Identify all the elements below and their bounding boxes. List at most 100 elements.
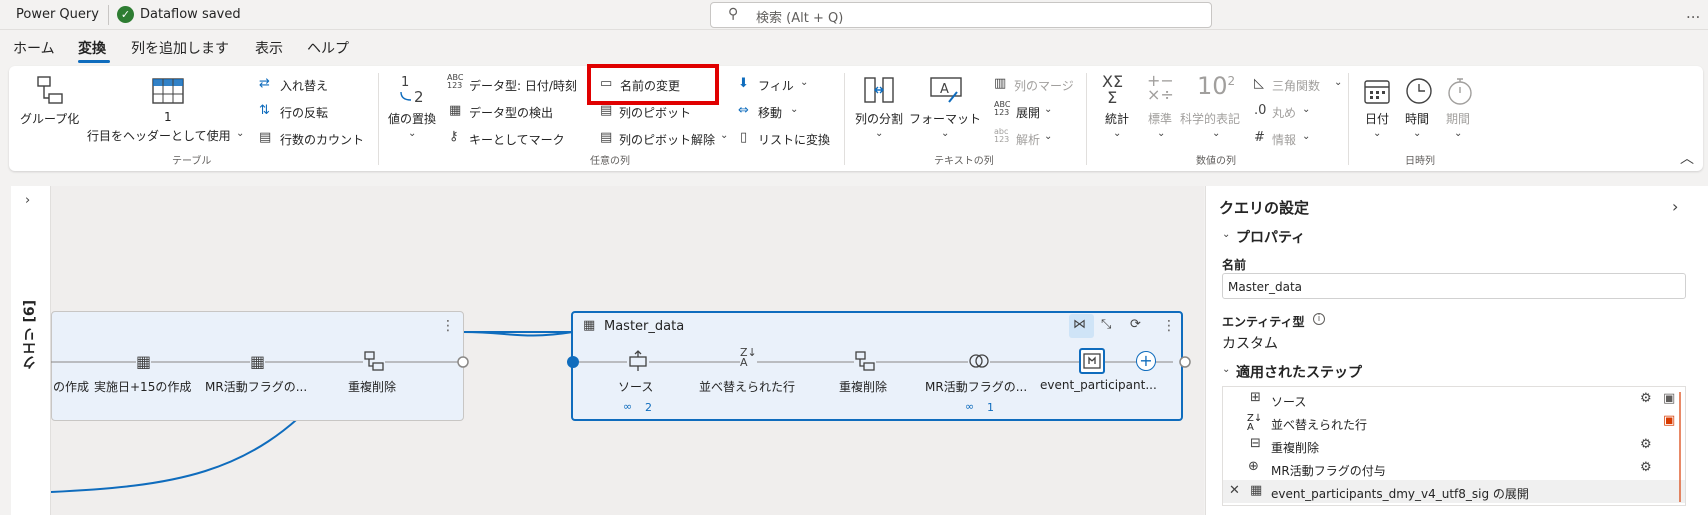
extract-button[interactable]: 展開 xyxy=(1016,104,1040,121)
replace-values-button[interactable]: 値の置換 xyxy=(388,110,436,127)
warning-icon[interactable]: ▣ xyxy=(1663,413,1675,428)
chevron-down-icon[interactable]: ⌄ xyxy=(1157,128,1165,139)
add-step-icon[interactable]: + xyxy=(1136,351,1156,371)
chevron-down-icon[interactable]: ⌄ xyxy=(1413,128,1421,139)
standard-button[interactable]: 標準 xyxy=(1148,110,1172,127)
expand-step-icon[interactable] xyxy=(1079,348,1105,374)
format-button[interactable]: フォーマット xyxy=(909,110,981,127)
info-icon[interactable]: i xyxy=(1313,313,1325,325)
tab-transform[interactable]: 変換 xyxy=(78,38,106,58)
chevron-down-icon[interactable]: ⌄ xyxy=(1454,128,1462,139)
chevron-down-icon[interactable]: ⌄ xyxy=(790,104,798,115)
chevron-down-icon[interactable]: ⌄ xyxy=(941,128,949,139)
group-by-button[interactable]: グループ化 xyxy=(20,110,79,127)
remove-duplicates-icon[interactable] xyxy=(854,350,876,372)
node-more-icon[interactable]: ⋮ xyxy=(1162,318,1176,334)
chevron-down-icon[interactable]: ⌄ xyxy=(875,128,883,139)
chevron-down-icon[interactable]: ⌄ xyxy=(408,128,416,139)
chevron-down-icon[interactable]: ⌄ xyxy=(1044,104,1052,115)
chevron-down-icon[interactable]: ⌄ xyxy=(1373,128,1381,139)
step-info-icon[interactable]: ▣ xyxy=(1663,391,1675,406)
data-type-button[interactable]: データ型: 日付/時刻 xyxy=(469,77,577,94)
use-first-row-as-header-button[interactable]: 行目をヘッダーとして使用 xyxy=(87,127,231,144)
statistics-button[interactable]: 統計 xyxy=(1105,110,1129,127)
table-icon: ▦ xyxy=(583,318,596,333)
step-label: ソース xyxy=(618,380,654,394)
trigonometry-button[interactable]: 三角関数 xyxy=(1272,77,1320,94)
name-label: 名前 xyxy=(1222,258,1247,272)
custom-column-icon[interactable]: ▦ xyxy=(136,352,152,371)
chevron-down-icon[interactable]: ⌄ xyxy=(1302,131,1310,142)
chevron-down-icon[interactable]: ⌄ xyxy=(1302,104,1310,115)
gear-icon[interactable]: ⚙ xyxy=(1640,437,1652,452)
rounding-button[interactable]: 丸め xyxy=(1272,104,1296,121)
scientific-button[interactable]: 科学的表記 xyxy=(1180,110,1240,127)
list-icon: ▯ xyxy=(740,130,748,145)
settings-title: クエリの設定 xyxy=(1219,199,1310,217)
parse-button[interactable]: 解析 xyxy=(1016,131,1040,148)
collapse-icon[interactable]: ⤡ xyxy=(1101,317,1111,332)
chevron-down-icon[interactable]: ⌄ xyxy=(236,128,244,139)
custom-column-icon[interactable]: ▦ xyxy=(250,352,266,371)
ribbon-separator xyxy=(378,73,379,165)
transpose-button[interactable]: 入れ替え xyxy=(280,77,328,94)
entity-type-value: カスタム xyxy=(1222,336,1278,352)
mark-as-key-button[interactable]: キーとしてマーク xyxy=(469,131,565,148)
expand-icon: ▦ xyxy=(1250,483,1263,498)
merge-columns-button[interactable]: 列のマージ xyxy=(1014,77,1074,94)
date-button[interactable]: 日付 xyxy=(1365,110,1389,127)
remove-duplicates-icon[interactable] xyxy=(363,350,385,372)
step-label: の作成 xyxy=(53,380,90,394)
scientific-icon: 102 xyxy=(1197,72,1236,100)
expand-queries-icon[interactable]: › xyxy=(25,193,30,208)
tab-add-column[interactable]: 列を追加します xyxy=(131,38,229,58)
gear-icon[interactable]: ⚙ xyxy=(1640,391,1652,406)
source-icon[interactable] xyxy=(627,350,649,372)
app-title: Power Query xyxy=(16,7,99,22)
chevron-down-icon[interactable]: ⌄ xyxy=(1222,229,1230,240)
stopwatch-icon xyxy=(1445,76,1475,106)
gear-icon[interactable]: ⚙ xyxy=(1640,460,1652,475)
tab-help[interactable]: ヘルプ xyxy=(307,38,349,58)
move-button[interactable]: 移動 xyxy=(758,104,782,121)
tab-home[interactable]: ホーム xyxy=(13,38,55,58)
count-rows-button[interactable]: 行数のカウント xyxy=(280,131,364,148)
search-placeholder: 検索 (Alt + Q) xyxy=(756,11,844,26)
convert-to-list-button[interactable]: リストに変換 xyxy=(758,131,830,148)
refresh-icon[interactable]: ⟳ xyxy=(1130,317,1141,332)
collapse-ribbon-icon[interactable]: ︿ xyxy=(1680,148,1694,168)
clock-icon xyxy=(1404,76,1434,106)
merge-icon[interactable] xyxy=(968,351,990,371)
more-options-icon[interactable]: ... xyxy=(1686,4,1700,22)
chevron-down-icon[interactable]: ⌄ xyxy=(800,77,808,88)
node-more-icon[interactable]: ⋮ xyxy=(441,318,455,334)
pivot-column-button[interactable]: 列のピボット xyxy=(619,104,691,121)
unpivot-columns-button[interactable]: 列のピボット解除 xyxy=(619,131,715,148)
source-link-count[interactable]: 2 xyxy=(645,401,652,414)
time-button[interactable]: 時間 xyxy=(1405,110,1429,127)
tab-view[interactable]: 表示 xyxy=(255,38,283,58)
chevron-down-icon[interactable]: ⌄ xyxy=(720,130,728,141)
collapse-settings-icon[interactable]: › xyxy=(1672,197,1678,216)
chevron-down-icon[interactable]: ⌄ xyxy=(1044,131,1052,142)
save-status: Dataflow saved xyxy=(140,7,241,22)
step-label: 重複削除 xyxy=(839,380,888,394)
chevron-down-icon[interactable]: ⌄ xyxy=(1334,77,1342,88)
detect-data-type-button[interactable]: データ型の検出 xyxy=(469,104,553,121)
data-type-icon: ABC 123 xyxy=(447,73,464,90)
properties-header[interactable]: プロパティ xyxy=(1236,227,1305,247)
fill-button[interactable]: フィル xyxy=(758,77,794,94)
chevron-down-icon[interactable]: ⌄ xyxy=(1222,364,1230,375)
duration-button[interactable]: 期間 xyxy=(1446,110,1470,127)
applied-step-label: 並べ替えられた行 xyxy=(1271,418,1368,432)
flag-link-count[interactable]: 1 xyxy=(987,401,994,414)
applied-steps-header[interactable]: 適用されたステップ xyxy=(1236,362,1362,382)
delete-step-icon[interactable]: ✕ xyxy=(1229,483,1240,498)
chevron-down-icon[interactable]: ⌄ xyxy=(1212,128,1220,139)
sort-icon[interactable]: Z↓ A xyxy=(740,347,757,368)
split-column-button[interactable]: 列の分割 xyxy=(855,110,903,127)
reverse-rows-button[interactable]: 行の反転 xyxy=(280,104,328,121)
chevron-down-icon[interactable]: ⌄ xyxy=(1113,128,1121,139)
statistics-icon: XΣ Σ xyxy=(1102,72,1124,107)
information-button[interactable]: 情報 xyxy=(1272,131,1296,148)
